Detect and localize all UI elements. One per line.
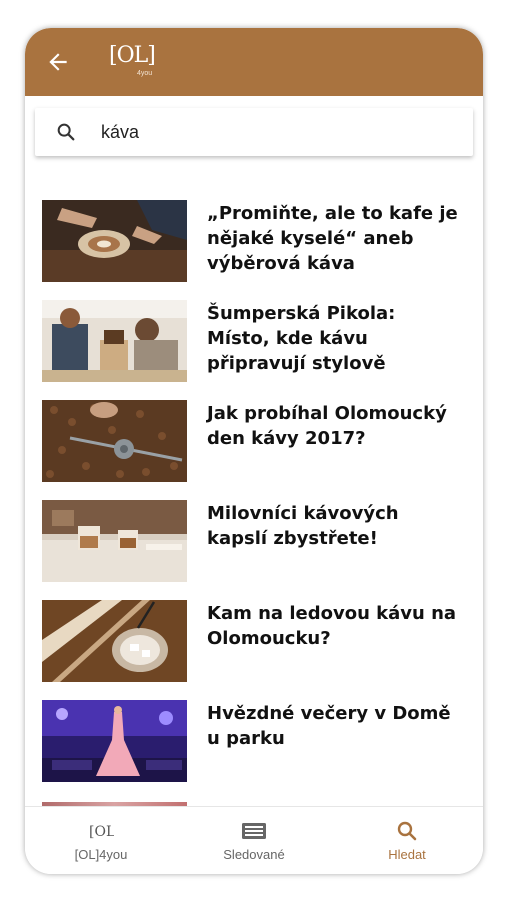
article-list: „Promiňte, ale to kafe je nějaké kyselé“… — [42, 200, 472, 800]
article-title: Šumperská Pikola: Místo, kde kávu připra… — [207, 303, 396, 374]
article-title: „Promiňte, ale to kafe je nějaké kyselé“… — [207, 203, 458, 274]
article-item[interactable]: Jak probíhal Olomoucký den kávy 2017? — [42, 400, 472, 500]
nav-item-sledovane[interactable]: Sledované — [178, 807, 330, 874]
article-title: Milovníci kávových kapslí zbystřete! — [207, 503, 399, 549]
nav-item-hledat[interactable]: Hledat — [331, 807, 483, 874]
article-thumbnail — [42, 300, 187, 382]
logo-text: [OL] — [109, 43, 156, 68]
article-title: Kam na ledovou kávu na Olomoucku? — [207, 603, 457, 649]
search-icon — [397, 821, 417, 841]
nav-label: Hledat — [388, 847, 426, 862]
app-screen: [OL] 4you káva „Promiňte, ale to kafe je… — [25, 28, 483, 874]
article-item[interactable]: Šumperská Pikola: Místo, kde kávu připra… — [42, 300, 472, 400]
article-thumbnail — [42, 400, 187, 482]
nav-label: [OL]4you — [74, 847, 128, 862]
article-item[interactable]: Milovníci kávových kapslí zbystřete! — [42, 500, 472, 600]
ol-logo-icon: [OL] — [89, 824, 114, 840]
search-icon — [57, 123, 75, 141]
article-item[interactable]: Kam na ledovou kávu na Olomoucku? — [42, 600, 472, 700]
article-title: Jak probíhal Olomoucký den kávy 2017? — [207, 403, 447, 449]
article-title: Hvězdné večery v Domě u parku — [207, 703, 451, 749]
bottom-navigation: [OL] [OL]4you Sledované Hledat — [25, 806, 483, 874]
logo-subtext: 4you — [137, 70, 153, 77]
article-thumbnail — [42, 200, 187, 282]
back-arrow-icon[interactable] — [45, 49, 71, 75]
article-item[interactable]: Hvězdné večery v Domě u parku — [42, 700, 472, 800]
article-thumbnail — [42, 700, 187, 782]
article-item[interactable]: „Promiňte, ale to kafe je nějaké kyselé“… — [42, 200, 472, 300]
app-bar: [OL] 4you — [25, 28, 483, 96]
article-thumbnail — [42, 600, 187, 682]
article-thumbnail — [42, 500, 187, 582]
nav-item-ol4you[interactable]: [OL] [OL]4you — [25, 807, 177, 874]
svg-text:[OL]: [OL] — [89, 824, 114, 840]
app-logo[interactable]: [OL] 4you — [109, 40, 159, 78]
search-input[interactable]: káva — [101, 120, 139, 144]
search-bar[interactable]: káva — [35, 108, 473, 156]
newspaper-icon — [242, 823, 266, 839]
nav-label: Sledované — [223, 847, 285, 862]
